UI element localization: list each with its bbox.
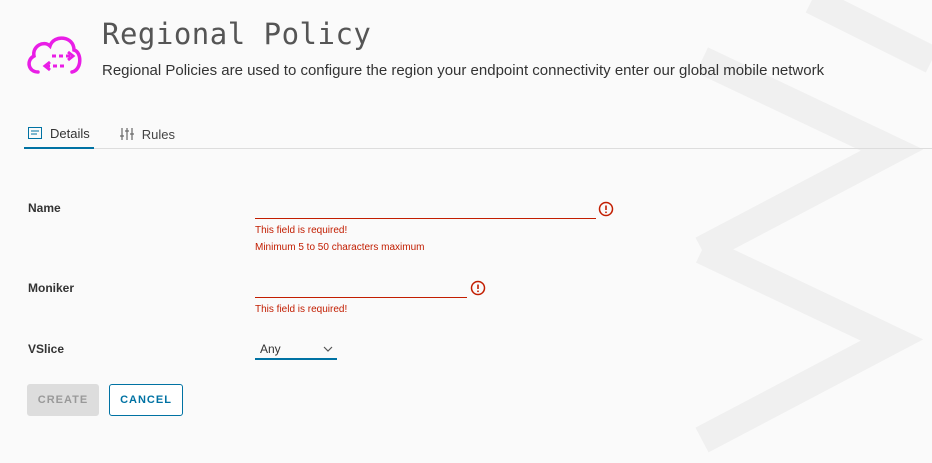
- name-label: Name: [28, 201, 61, 215]
- chevron-down-icon: [323, 346, 333, 352]
- name-field[interactable]: [255, 199, 596, 219]
- moniker-label: Moniker: [28, 281, 75, 295]
- name-error-required: This field is required!: [255, 225, 348, 236]
- moniker-error-required: This field is required!: [255, 304, 348, 315]
- vslice-label: VSlice: [28, 342, 65, 356]
- vslice-select[interactable]: Any: [255, 340, 337, 360]
- name-error-length: Minimum 5 to 50 characters maximum: [255, 242, 425, 253]
- error-icon: [470, 280, 486, 296]
- name-input[interactable]: [255, 199, 596, 218]
- vslice-selected-value: Any: [260, 342, 281, 356]
- moniker-input[interactable]: [255, 278, 467, 297]
- cancel-button[interactable]: CANCEL: [109, 384, 183, 416]
- error-icon: [598, 201, 614, 217]
- create-button[interactable]: CREATE: [27, 384, 99, 416]
- regional-policy-form: Name This field is required! Minimum 5 t…: [0, 0, 932, 463]
- moniker-field[interactable]: [255, 278, 467, 298]
